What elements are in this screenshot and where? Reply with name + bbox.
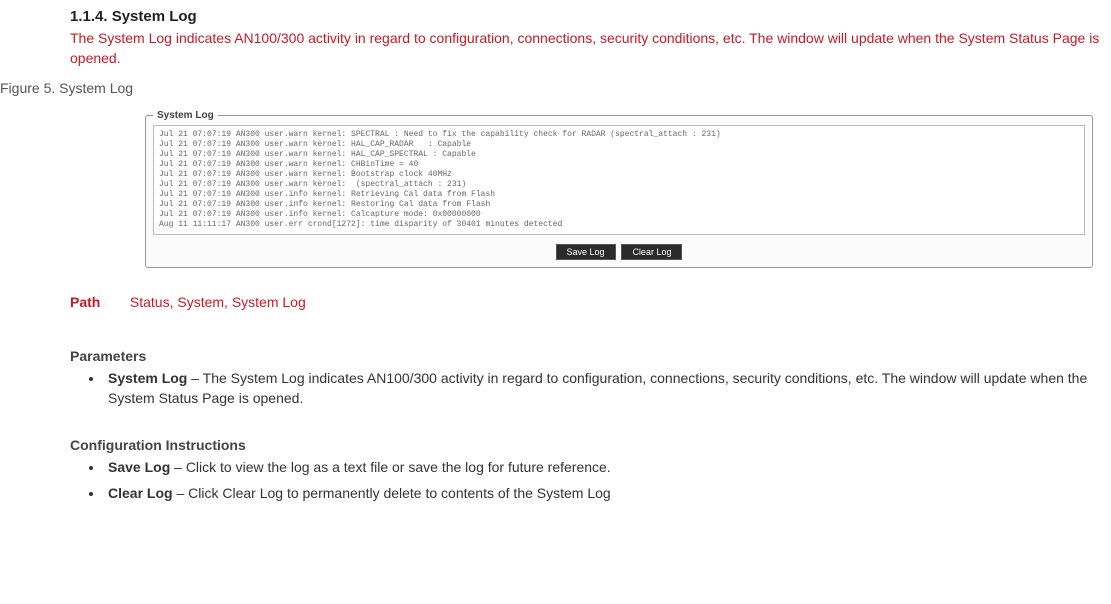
config-instructions-list: Save Log – Click to view the log as a te… [104,457,1103,504]
config-item-name: Save Log [108,459,170,475]
param-desc: – The System Log indicates AN100/300 act… [108,370,1087,406]
system-log-legend: System Log [153,110,218,121]
system-log-textarea[interactable] [153,125,1085,235]
path-label: Path [70,294,126,310]
config-instructions-heading: Configuration Instructions [70,437,1111,453]
figure-caption: Figure 5. System Log [0,80,1111,96]
parameters-heading: Parameters [70,348,1111,364]
system-log-screenshot: System Log Save Log Clear Log [145,110,1093,268]
system-log-fieldset: System Log Save Log Clear Log [145,110,1093,268]
parameters-list: System Log – The System Log indicates AN… [104,368,1103,409]
list-item: Clear Log – Click Clear Log to permanent… [104,483,1103,503]
param-name: System Log [108,370,187,386]
section-intro: The System Log indicates AN100/300 activ… [70,29,1107,68]
clear-log-button[interactable]: Clear Log [621,244,682,260]
list-item: Save Log – Click to view the log as a te… [104,457,1103,477]
config-item-desc: – Click to view the log as a text file o… [170,459,610,475]
list-item: System Log – The System Log indicates AN… [104,368,1103,409]
system-log-button-row: Save Log Clear Log [153,242,1085,260]
path-row: Path Status, System, System Log [70,294,1111,310]
config-item-name: Clear Log [108,485,173,501]
config-item-desc: – Click Clear Log to permanently delete … [173,485,611,501]
path-value: Status, System, System Log [130,294,306,310]
section-heading: 1.1.4. System Log [70,8,1111,25]
save-log-button[interactable]: Save Log [556,244,616,260]
